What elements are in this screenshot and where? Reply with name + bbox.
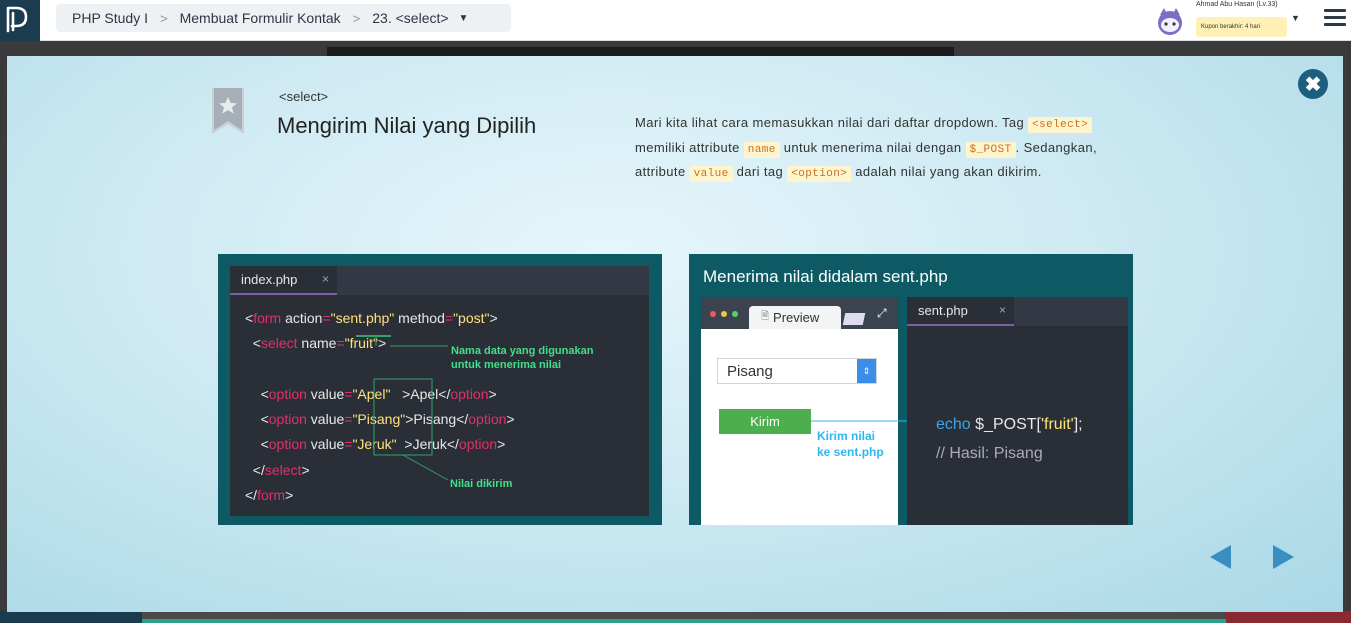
code-line: </select> xyxy=(252,461,310,478)
coupon-badge: Kupon berakhir: 4 hari xyxy=(1196,17,1287,37)
browser-toolbar: 🗎 Preview ⤢ xyxy=(701,297,898,329)
top-bar: PHP Study I > Membuat Formulir Kontak > … xyxy=(0,0,1351,41)
desc-text: Mari kita lihat cara memasukkan nilai da… xyxy=(635,115,1029,130)
desc-text: adalah nilai yang akan dikirim. xyxy=(851,164,1042,179)
code-illustration-left: index.php × <form action="sent.php" meth… xyxy=(218,254,662,525)
window-dot-icon xyxy=(721,311,727,317)
background-footer xyxy=(0,611,1351,623)
code-illustration-right: Menerima nilai didalam sent.php 🗎 Previe… xyxy=(689,254,1133,525)
editor-tab: index.php × xyxy=(230,266,337,295)
avatar[interactable] xyxy=(1154,5,1186,37)
close-icon[interactable]: ✖ xyxy=(1298,69,1328,99)
code-chip: name xyxy=(743,141,780,158)
desc-text: untuk menerima nilai dengan xyxy=(779,139,966,155)
chevron-right-icon: > xyxy=(352,10,361,26)
window-dot-icon xyxy=(732,311,738,317)
slide-modal: ✖ <select> Mengirim Nilai yang Dipilih M… xyxy=(7,56,1343,612)
editor-tab-label: index.php xyxy=(241,272,298,287)
submit-button: Kirim xyxy=(719,409,811,434)
close-icon: × xyxy=(321,272,329,286)
code-line: echo $_POST['fruit']; xyxy=(936,416,1083,433)
code-comment: // Hasil: Pisang xyxy=(936,445,1043,462)
code-chip: <option> xyxy=(787,166,852,182)
close-icon: × xyxy=(998,303,1006,317)
browser-preview: 🗎 Preview ⤢ Pisang ⇕ Kirim xyxy=(701,297,898,525)
select-value: Pisang xyxy=(727,362,773,380)
editor-tab-label: sent.php xyxy=(918,303,968,318)
window-dot-icon xyxy=(710,311,716,317)
new-tab-icon xyxy=(842,313,866,325)
user-name: Ahmad Abu Hasan (Lv.33) xyxy=(1196,1,1278,8)
code-line: <option value="Jeruk" >Jeruk</option> xyxy=(260,436,506,453)
logo[interactable] xyxy=(0,0,40,41)
desc-text: dari tag xyxy=(732,164,788,179)
next-slide-icon[interactable] xyxy=(1273,545,1294,569)
code-line: <select name="fruit"> xyxy=(252,335,387,352)
chevron-down-icon[interactable]: ▼ xyxy=(459,13,469,24)
code-line: </form> xyxy=(245,487,294,504)
slide-description: Mari kita lihat cara memasukkan nilai da… xyxy=(635,112,1145,186)
code-line: <form action="sent.php" method="post"> xyxy=(245,310,498,326)
annotation-name: Nama data yang digunakan untuk menerima … xyxy=(451,345,594,371)
updown-arrow-icon: ⇕ xyxy=(857,359,876,383)
code-line: <option value="Pisang">Pisang</option> xyxy=(260,411,515,428)
code-chip: $_POST xyxy=(965,141,1016,158)
annotation-value-sent: Nilai dikirim xyxy=(450,478,513,490)
code-editor: sent.php × echo $_POST['fruit']; // Hasi… xyxy=(907,297,1128,525)
editor-tab-bar: sent.php × xyxy=(907,297,1128,326)
panel-title: Menerima nilai didalam sent.php xyxy=(703,267,948,286)
hamburger-menu-icon[interactable] xyxy=(1324,9,1346,27)
breadcrumb-item-lesson[interactable]: 23. <select> xyxy=(372,10,448,26)
desc-text: memiliki attribute xyxy=(635,139,744,155)
code-line: <option value="Apel" >Apel</option> xyxy=(260,385,497,402)
breadcrumb-item-chapter[interactable]: Membuat Formulir Kontak xyxy=(180,10,341,26)
breadcrumb: PHP Study I > Membuat Formulir Kontak > … xyxy=(56,4,511,32)
editor-tab: sent.php × xyxy=(907,297,1014,326)
document-icon: 🗎 xyxy=(761,311,770,322)
code-editor: index.php × <form action="sent.php" meth… xyxy=(230,266,649,516)
annotation-send: Kirim nilai ke sent.php xyxy=(817,429,884,459)
browser-tab-label: Preview xyxy=(773,310,820,325)
fruit-select: Pisang ⇕ xyxy=(717,358,877,384)
expand-icon: ⤢ xyxy=(877,306,887,320)
code-block: echo $_POST['fruit']; // Hasil: Pisang xyxy=(936,410,1083,468)
breadcrumb-item-course[interactable]: PHP Study I xyxy=(72,10,148,26)
browser-tab: 🗎 Preview xyxy=(749,306,841,329)
code-chip: value xyxy=(689,166,733,182)
slide-tagline: <select> xyxy=(279,89,329,104)
code-chip: <select> xyxy=(1028,117,1093,133)
previous-slide-icon[interactable] xyxy=(1210,545,1231,569)
chevron-down-icon[interactable]: ▼ xyxy=(1291,13,1300,23)
editor-tab-bar: index.php × xyxy=(230,266,649,295)
slide-title: Mengirim Nilai yang Dipilih xyxy=(277,113,537,138)
bookmark-star-icon[interactable] xyxy=(211,88,245,134)
chevron-right-icon: > xyxy=(160,10,168,26)
highlight-fruit xyxy=(356,335,391,337)
